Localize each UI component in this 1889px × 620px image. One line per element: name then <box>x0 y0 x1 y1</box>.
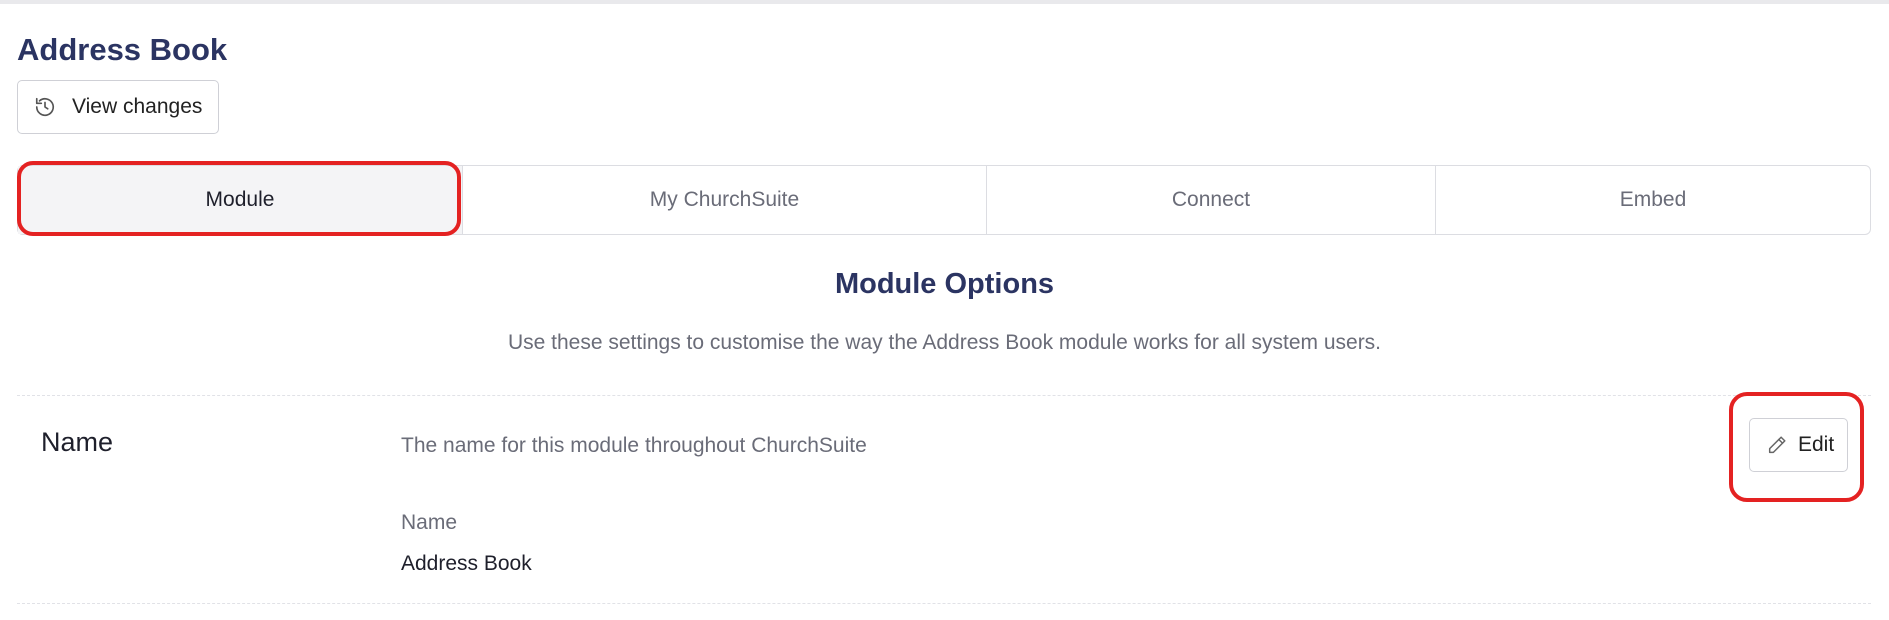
pencil-icon <box>1766 434 1788 456</box>
module-tabs: Module My ChurchSuite Connect Embed <box>17 165 1871 235</box>
top-rule <box>0 0 1889 4</box>
setting-description: The name for this module throughout Chur… <box>401 434 867 457</box>
section-title: Module Options <box>834 268 1055 300</box>
field-value: Address Book <box>401 552 532 575</box>
tab-module[interactable]: Module <box>18 166 462 234</box>
section-description: Use these settings to customise the way … <box>507 331 1382 354</box>
view-changes-button[interactable]: View changes <box>17 80 219 134</box>
divider <box>17 603 1871 604</box>
edit-button[interactable]: Edit <box>1749 418 1848 472</box>
tab-connect[interactable]: Connect <box>986 166 1435 234</box>
setting-name: Name <box>41 427 114 457</box>
page-title: Address Book <box>17 32 228 67</box>
tab-embed[interactable]: Embed <box>1435 166 1870 234</box>
view-changes-label: View changes <box>72 95 203 118</box>
field-label: Name <box>401 511 458 534</box>
history-icon <box>34 96 56 118</box>
divider <box>17 395 1871 396</box>
edit-label: Edit <box>1798 433 1835 456</box>
tab-my-churchsuite[interactable]: My ChurchSuite <box>462 166 986 234</box>
